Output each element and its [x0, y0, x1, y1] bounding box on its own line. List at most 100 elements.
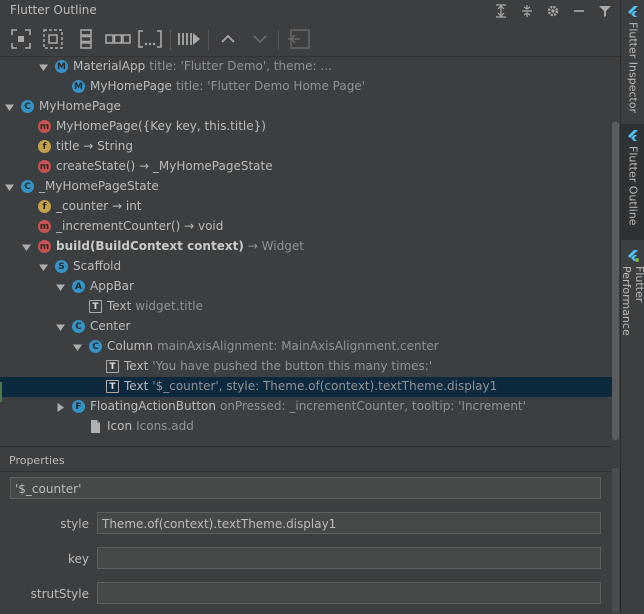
wrap-padding-icon[interactable] [40, 27, 66, 51]
tree-row-label: createState() → _MyHomePageState [56, 159, 273, 173]
tree-scrollbar[interactable] [612, 122, 619, 440]
scaffold-widget-icon: S [55, 260, 68, 273]
tab-flutter-inspector[interactable]: Flutter Inspector [621, 0, 644, 118]
method-icon: m [38, 120, 51, 133]
style-field[interactable]: Theme.of(context).textTheme.display1 [97, 512, 601, 534]
properties-scrollbar[interactable] [612, 468, 619, 613]
filter-icon[interactable] [596, 2, 614, 20]
property-value-field[interactable]: '$_counter' [10, 477, 601, 499]
tool-window-titlebar: Flutter Outline [0, 0, 620, 22]
expand-arrow-icon[interactable] [55, 322, 65, 332]
tree-row[interactable]: C Column mainAxisAlignment: MainAxisAlignm… [0, 337, 612, 357]
property-label-key: key [67, 552, 89, 566]
node-name: title → String [56, 139, 133, 153]
node-detail: title: 'Flutter Demo', theme: ... [149, 59, 332, 73]
icon-widget-icon [89, 420, 102, 433]
tree-row-label: title → String [56, 139, 133, 153]
tree-row[interactable]: F FloatingActionButton onPressed: _increme… [0, 397, 612, 417]
toolbar-separator [170, 30, 171, 50]
divider [0, 471, 612, 472]
settings-gear-icon[interactable] [544, 2, 562, 20]
extract-widget-icon[interactable] [285, 27, 313, 51]
node-detail: mainAxisAlignment: MainAxisAlignment.cen… [156, 339, 439, 353]
node-name: MyHomePage({Key key, this.title}) [56, 119, 266, 133]
outline-tree[interactable]: M MaterialApp title: 'Flutter Demo', theme… [0, 57, 612, 443]
tab-flutter-performance[interactable]: Flutter Performance [620, 244, 644, 374]
tool-window-title: Flutter Outline [10, 3, 97, 17]
tree-row-label: build(BuildContext context) → Widget [56, 239, 304, 253]
collapse-all-icon[interactable] [518, 2, 536, 20]
tree-row[interactable]: S Scaffold [0, 257, 612, 277]
node-name: createState() → _MyHomePageState [56, 159, 273, 173]
tree-row-label: FloatingActionButton onPressed: _incremen… [90, 399, 526, 413]
node-detail: → Widget [247, 239, 304, 253]
tree-row[interactable]: C _MyHomePageState [0, 177, 612, 197]
tree-row[interactable]: m createState() → _MyHomePageState [0, 157, 612, 177]
collapse-arrow-icon[interactable] [55, 402, 65, 412]
minimize-icon[interactable] [570, 2, 588, 20]
text-widget-icon: T [106, 360, 119, 373]
properties-panel: Properties '$_counter' style Theme.of(co… [0, 446, 612, 614]
tree-row-label: MyHomePage({Key key, this.title}) [56, 119, 266, 133]
class-icon: C [21, 180, 34, 193]
property-label-style: style [60, 517, 89, 531]
tree-row[interactable]: C MyHomePage [0, 97, 612, 117]
wrap-center-icon[interactable] [8, 27, 34, 51]
node-name: Column [107, 339, 153, 353]
materialapp-widget-icon: M [72, 80, 85, 93]
wrap-container-icon[interactable] [136, 27, 164, 51]
expand-arrow-icon[interactable] [4, 102, 14, 112]
node-name: Icon [107, 419, 133, 433]
expand-arrow-icon[interactable] [55, 282, 65, 292]
tree-row[interactable]: M MaterialApp title: 'Flutter Demo', theme… [0, 57, 612, 77]
tree-row[interactable]: A AppBar [0, 277, 612, 297]
class-icon: C [72, 320, 85, 333]
strutstyle-field[interactable] [97, 582, 601, 604]
node-name: MyHomePage [90, 79, 172, 93]
tree-row-label: _counter → int [56, 199, 142, 213]
expand-arrow-icon[interactable] [38, 62, 48, 72]
move-down-icon[interactable] [248, 27, 272, 51]
tree-row[interactable]: f title → String [0, 137, 612, 157]
flutter-inspector-icon [627, 6, 639, 18]
tree-row[interactable]: Icon Icons.add [0, 417, 612, 437]
node-name: Scaffold [73, 259, 122, 273]
wrap-streambuilder-icon[interactable] [175, 27, 203, 51]
expand-arrow-icon[interactable] [38, 262, 48, 272]
tree-row[interactable]: T Text widget.title [0, 297, 612, 317]
expand-arrow-icon[interactable] [72, 342, 82, 352]
tree-row-label: Column mainAxisAlignment: MainAxisAlignme… [107, 339, 439, 353]
node-name: Text [124, 379, 149, 393]
tab-flutter-outline[interactable]: Flutter Outline [621, 124, 644, 240]
tree-row[interactable]: T Text '$_counter', style: Theme.of(contex… [0, 377, 612, 397]
node-detail: 'You have pushed the button this many ti… [152, 359, 433, 373]
property-label-strutstyle: strutStyle [30, 587, 89, 601]
expand-all-icon[interactable] [492, 2, 510, 20]
tree-row[interactable]: m MyHomePage({Key key, this.title}) [0, 117, 612, 137]
outline-toolbar [0, 22, 620, 57]
tree-row[interactable]: C Center [0, 317, 612, 337]
text-widget-icon: T [106, 380, 119, 393]
node-name: Text [107, 299, 132, 313]
tab-label: Flutter Performance [620, 266, 644, 336]
node-name: _MyHomePageState [39, 179, 159, 193]
tree-row[interactable]: f _counter → int [0, 197, 612, 217]
node-name: MaterialApp [73, 59, 146, 73]
tree-row[interactable]: m _incrementCounter() → void [0, 217, 612, 237]
wrap-row-icon[interactable] [104, 27, 132, 51]
tree-row-label: Text widget.title [107, 299, 203, 313]
expand-arrow-icon[interactable] [21, 242, 31, 252]
wrap-column-icon[interactable] [73, 27, 99, 51]
tree-row[interactable]: T Text 'You have pushed the button this ma… [0, 357, 612, 377]
tree-row[interactable]: M MyHomePage title: 'Flutter Demo Home Pag… [0, 77, 612, 97]
appbar-widget-icon: A [72, 280, 85, 293]
tree-row-label: Center [90, 319, 130, 333]
tree-row-label: MaterialApp title: 'Flutter Demo', theme:… [73, 59, 332, 73]
key-field[interactable] [97, 547, 601, 569]
expand-arrow-icon[interactable] [4, 182, 14, 192]
field-icon: f [38, 140, 51, 153]
tree-row[interactable]: m build(BuildContext context) → Widget [0, 237, 612, 257]
node-name: _counter → int [56, 199, 142, 213]
tree-row-label: _MyHomePageState [39, 179, 159, 193]
move-up-icon[interactable] [216, 27, 240, 51]
